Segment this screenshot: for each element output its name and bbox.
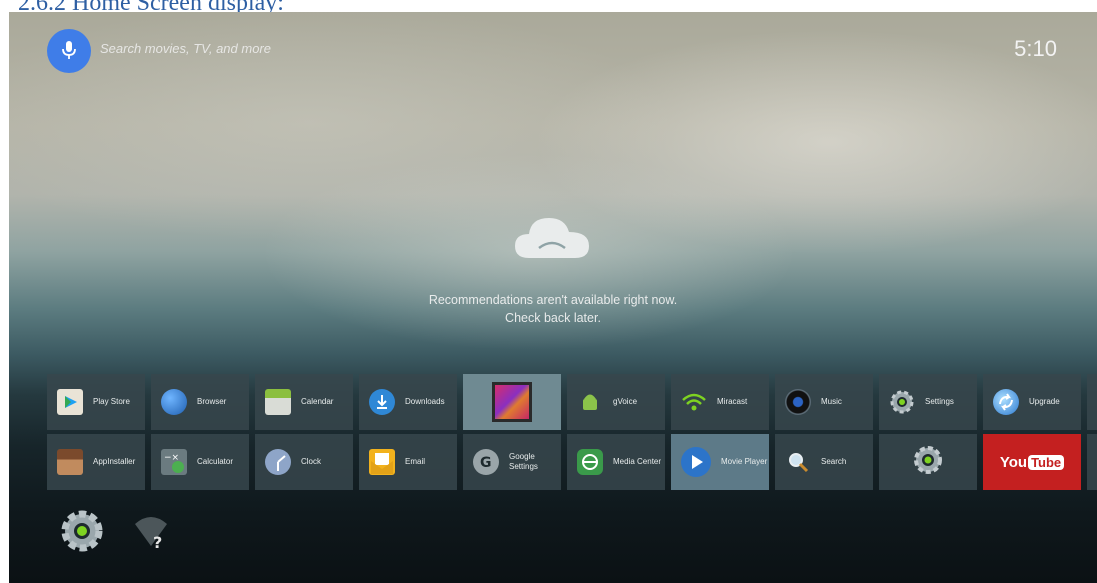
app-label: Google Settings (509, 452, 538, 471)
app-search[interactable]: Search (775, 434, 873, 490)
youtube-you: You (999, 453, 1028, 471)
app-label: Email (405, 457, 426, 466)
calculator-icon: −× (161, 449, 187, 475)
app-miracast[interactable]: Miracast (671, 374, 769, 430)
google-icon: G (473, 449, 499, 475)
app-music[interactable]: Music (775, 374, 873, 430)
app-gallery[interactable] (463, 374, 561, 430)
app-youtube[interactable]: You Tube (983, 434, 1081, 490)
next-app-partial[interactable] (1087, 434, 1097, 490)
svg-text:−×: −× (164, 453, 179, 463)
app-gvoice[interactable]: gVoice (567, 374, 665, 430)
mic-icon (62, 41, 76, 59)
upgrade-icon (993, 389, 1019, 415)
play-store-icon (57, 389, 83, 415)
gear-icon (912, 444, 944, 481)
cloud-sad-icon (515, 218, 589, 258)
clock: 5:10 (1014, 36, 1057, 61)
app-settings[interactable]: Settings (879, 374, 977, 430)
gear-icon (61, 510, 103, 552)
app-label: Music (821, 397, 842, 406)
app-label: Movie Player (721, 457, 768, 466)
app-email[interactable]: Email (359, 434, 457, 490)
android-icon (577, 389, 603, 415)
app-browser[interactable]: Browser (151, 374, 249, 430)
app-label: AppInstaller (93, 457, 136, 466)
gear-icon (889, 389, 915, 415)
movie-player-icon (681, 447, 711, 477)
next-app-partial[interactable] (1087, 374, 1097, 430)
app-label: Media Center (613, 457, 662, 466)
youtube-tube: Tube (1028, 454, 1065, 470)
box-icon (57, 449, 83, 475)
recommendations-hint: Check back later. (505, 311, 601, 325)
magnifier-icon (785, 449, 811, 475)
app-label: Upgrade (1029, 397, 1060, 406)
app-media-center[interactable]: Media Center (567, 434, 665, 490)
media-center-icon (577, 449, 603, 475)
app-appinstaller[interactable]: AppInstaller (47, 434, 145, 490)
recommendations-message: Recommendations aren't available right n… (428, 293, 678, 307)
voice-search-button[interactable] (47, 29, 91, 73)
app-google-settings[interactable]: G Google Settings (463, 434, 561, 490)
search-placeholder[interactable]: Search movies, TV, and more (100, 41, 271, 56)
calendar-icon (265, 389, 291, 415)
app-calendar[interactable]: Calendar (255, 374, 353, 430)
wifi-unknown-icon: ? (135, 517, 167, 552)
app-label: Downloads (405, 397, 445, 406)
app-downloads[interactable]: Downloads (359, 374, 457, 430)
home-screen: Search movies, TV, and more 5:10 Recomme… (9, 12, 1097, 583)
speaker-icon (785, 389, 811, 415)
email-icon (369, 449, 395, 475)
app-settings-2[interactable] (879, 434, 977, 490)
app-label: Settings (925, 397, 954, 406)
app-label: Calculator (197, 457, 234, 466)
wifi-icon (681, 389, 707, 415)
app-label: Browser (197, 397, 227, 406)
svg-text:G: G (480, 455, 492, 471)
network-status-button[interactable]: ? (133, 512, 173, 557)
app-label: Calendar (301, 397, 334, 406)
app-play-store[interactable]: Play Store (47, 374, 145, 430)
download-icon (369, 389, 395, 415)
app-calculator[interactable]: −× Calculator (151, 434, 249, 490)
app-label: Miracast (717, 397, 748, 406)
svg-text:?: ? (153, 533, 162, 552)
app-label: Clock (301, 457, 322, 466)
app-label: gVoice (613, 397, 638, 406)
clock-icon (265, 449, 291, 475)
globe-icon (161, 389, 187, 415)
gallery-icon (492, 382, 532, 422)
app-upgrade[interactable]: Upgrade (983, 374, 1081, 430)
app-label: Search (821, 457, 847, 466)
app-movie-player[interactable]: Movie Player (671, 434, 769, 490)
youtube-logo: You Tube (999, 453, 1065, 471)
app-label: Play Store (93, 397, 130, 406)
settings-button[interactable] (59, 508, 105, 559)
app-clock[interactable]: Clock (255, 434, 353, 490)
